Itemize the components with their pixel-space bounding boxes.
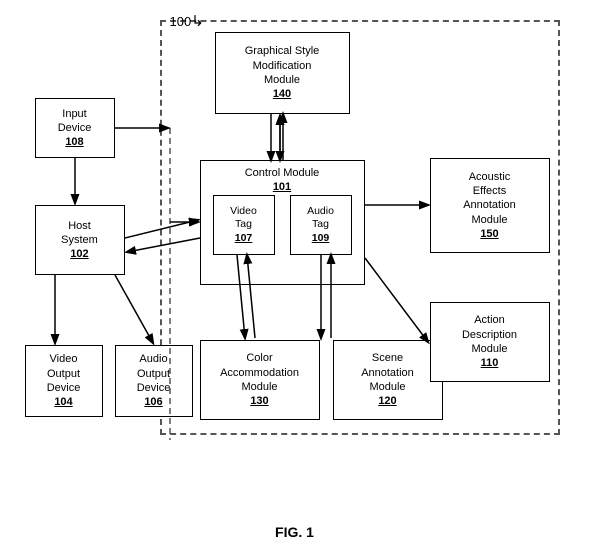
host-system-num: 102 xyxy=(70,247,88,261)
host-system-box: HostSystem 102 xyxy=(35,205,125,275)
audio-output-box: AudioOutputDevice 106 xyxy=(115,345,193,417)
acoustic-effects-label: AcousticEffectsAnnotationModule xyxy=(463,170,516,227)
input-device-box: InputDevice 108 xyxy=(35,98,115,158)
action-description-label: ActionDescriptionModule xyxy=(462,313,517,356)
input-device-label: InputDevice xyxy=(58,107,92,136)
fig-label: FIG. 1 xyxy=(275,524,314,540)
diagram: 100↳ InputDevice 108 HostSystem 102 Vide… xyxy=(15,10,575,520)
audio-output-label: AudioOutputDevice xyxy=(137,352,171,395)
graphical-style-num: 140 xyxy=(273,87,291,101)
control-module-num: 101 xyxy=(273,180,291,194)
scene-annotation-box: SceneAnnotationModule 120 xyxy=(333,340,443,420)
action-description-num: 110 xyxy=(481,356,499,370)
audio-output-num: 106 xyxy=(144,395,162,409)
graphical-style-label: Graphical StyleModificationModule xyxy=(245,44,320,87)
video-output-num: 104 xyxy=(54,395,72,409)
acoustic-effects-num: 150 xyxy=(480,227,498,241)
color-accommodation-label: ColorAccommodationModule xyxy=(220,351,299,394)
acoustic-effects-box: AcousticEffectsAnnotationModule 150 xyxy=(430,158,550,253)
input-device-num: 108 xyxy=(65,135,83,149)
color-accommodation-num: 130 xyxy=(250,394,268,408)
host-system-label: HostSystem xyxy=(61,219,98,248)
control-module-label: Control Module xyxy=(245,166,320,180)
video-output-label: VideoOutputDevice xyxy=(47,352,81,395)
video-tag-box: VideoTag 107 xyxy=(213,195,275,255)
video-output-box: VideoOutputDevice 104 xyxy=(25,345,103,417)
audio-tag-num: 109 xyxy=(312,232,330,246)
graphical-style-box: Graphical StyleModificationModule 140 xyxy=(215,32,350,114)
action-description-box: ActionDescriptionModule 110 xyxy=(430,302,550,382)
scene-annotation-label: SceneAnnotationModule xyxy=(361,351,414,394)
scene-annotation-num: 120 xyxy=(378,394,396,408)
color-accommodation-box: ColorAccommodationModule 130 xyxy=(200,340,320,420)
system-label: 100↳ xyxy=(170,12,204,30)
audio-tag-label: AudioTag xyxy=(307,205,334,232)
video-tag-label: VideoTag xyxy=(230,205,257,232)
video-tag-num: 107 xyxy=(235,232,253,246)
audio-tag-box: AudioTag 109 xyxy=(290,195,352,255)
